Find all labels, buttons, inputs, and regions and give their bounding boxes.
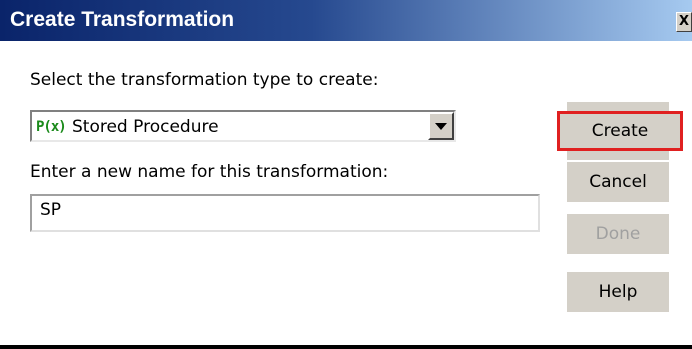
create-button[interactable]: Create: [557, 111, 683, 151]
transformation-type-label: Select the transformation type to create…: [30, 70, 379, 90]
bottom-border: [0, 345, 692, 349]
transformation-name-input[interactable]: SP: [30, 194, 540, 232]
transformation-type-select[interactable]: P(x) Stored Procedure: [30, 110, 456, 142]
cancel-button[interactable]: Cancel: [567, 162, 669, 202]
transformation-name-value: SP: [40, 200, 62, 220]
transformation-type-value: Stored Procedure: [72, 117, 219, 137]
transformation-name-label: Enter a new name for this transformation…: [30, 162, 389, 182]
window-title: Create Transformation: [10, 8, 235, 31]
help-button[interactable]: Help: [567, 272, 669, 312]
create-button-container: Create: [557, 102, 683, 160]
create-transformation-dialog: Create Transformation X Select the trans…: [0, 0, 692, 349]
dropdown-arrow-icon[interactable]: [428, 112, 454, 140]
stored-procedure-icon: P(x): [36, 119, 67, 135]
close-icon: X: [678, 14, 690, 29]
close-button[interactable]: X: [676, 12, 692, 32]
done-button: Done: [567, 214, 669, 254]
title-bar[interactable]: Create Transformation X: [0, 0, 692, 41]
